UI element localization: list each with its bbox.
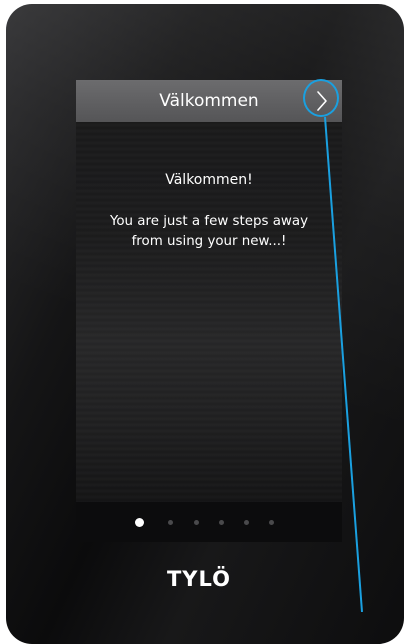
tylo-logo: TYLÖ xyxy=(167,566,231,590)
page-dot-2[interactable] xyxy=(168,520,173,525)
welcome-message: You are just a few steps away from using… xyxy=(76,212,342,252)
touch-screen: Välkommen Välkommen! You are just a few … xyxy=(76,80,342,542)
page-dot-4[interactable] xyxy=(219,520,224,525)
page-title: Välkommen xyxy=(159,91,259,111)
welcome-message-line-2: from using your new...! xyxy=(131,234,287,249)
welcome-heading: Välkommen! xyxy=(165,172,253,188)
page-dot-3[interactable] xyxy=(194,520,199,525)
welcome-message-line-1: You are just a few steps away xyxy=(109,214,309,229)
page-dot-6[interactable] xyxy=(269,520,274,525)
page-indicator xyxy=(76,502,342,542)
svg-text:TYLÖ: TYLÖ xyxy=(167,566,231,590)
welcome-content: Välkommen! You are just a few steps away… xyxy=(76,122,342,502)
page-dot-5[interactable] xyxy=(244,520,249,525)
callout-highlight-circle xyxy=(303,79,339,117)
page-dot-1[interactable] xyxy=(135,518,144,527)
screen-header: Välkommen xyxy=(76,80,342,122)
